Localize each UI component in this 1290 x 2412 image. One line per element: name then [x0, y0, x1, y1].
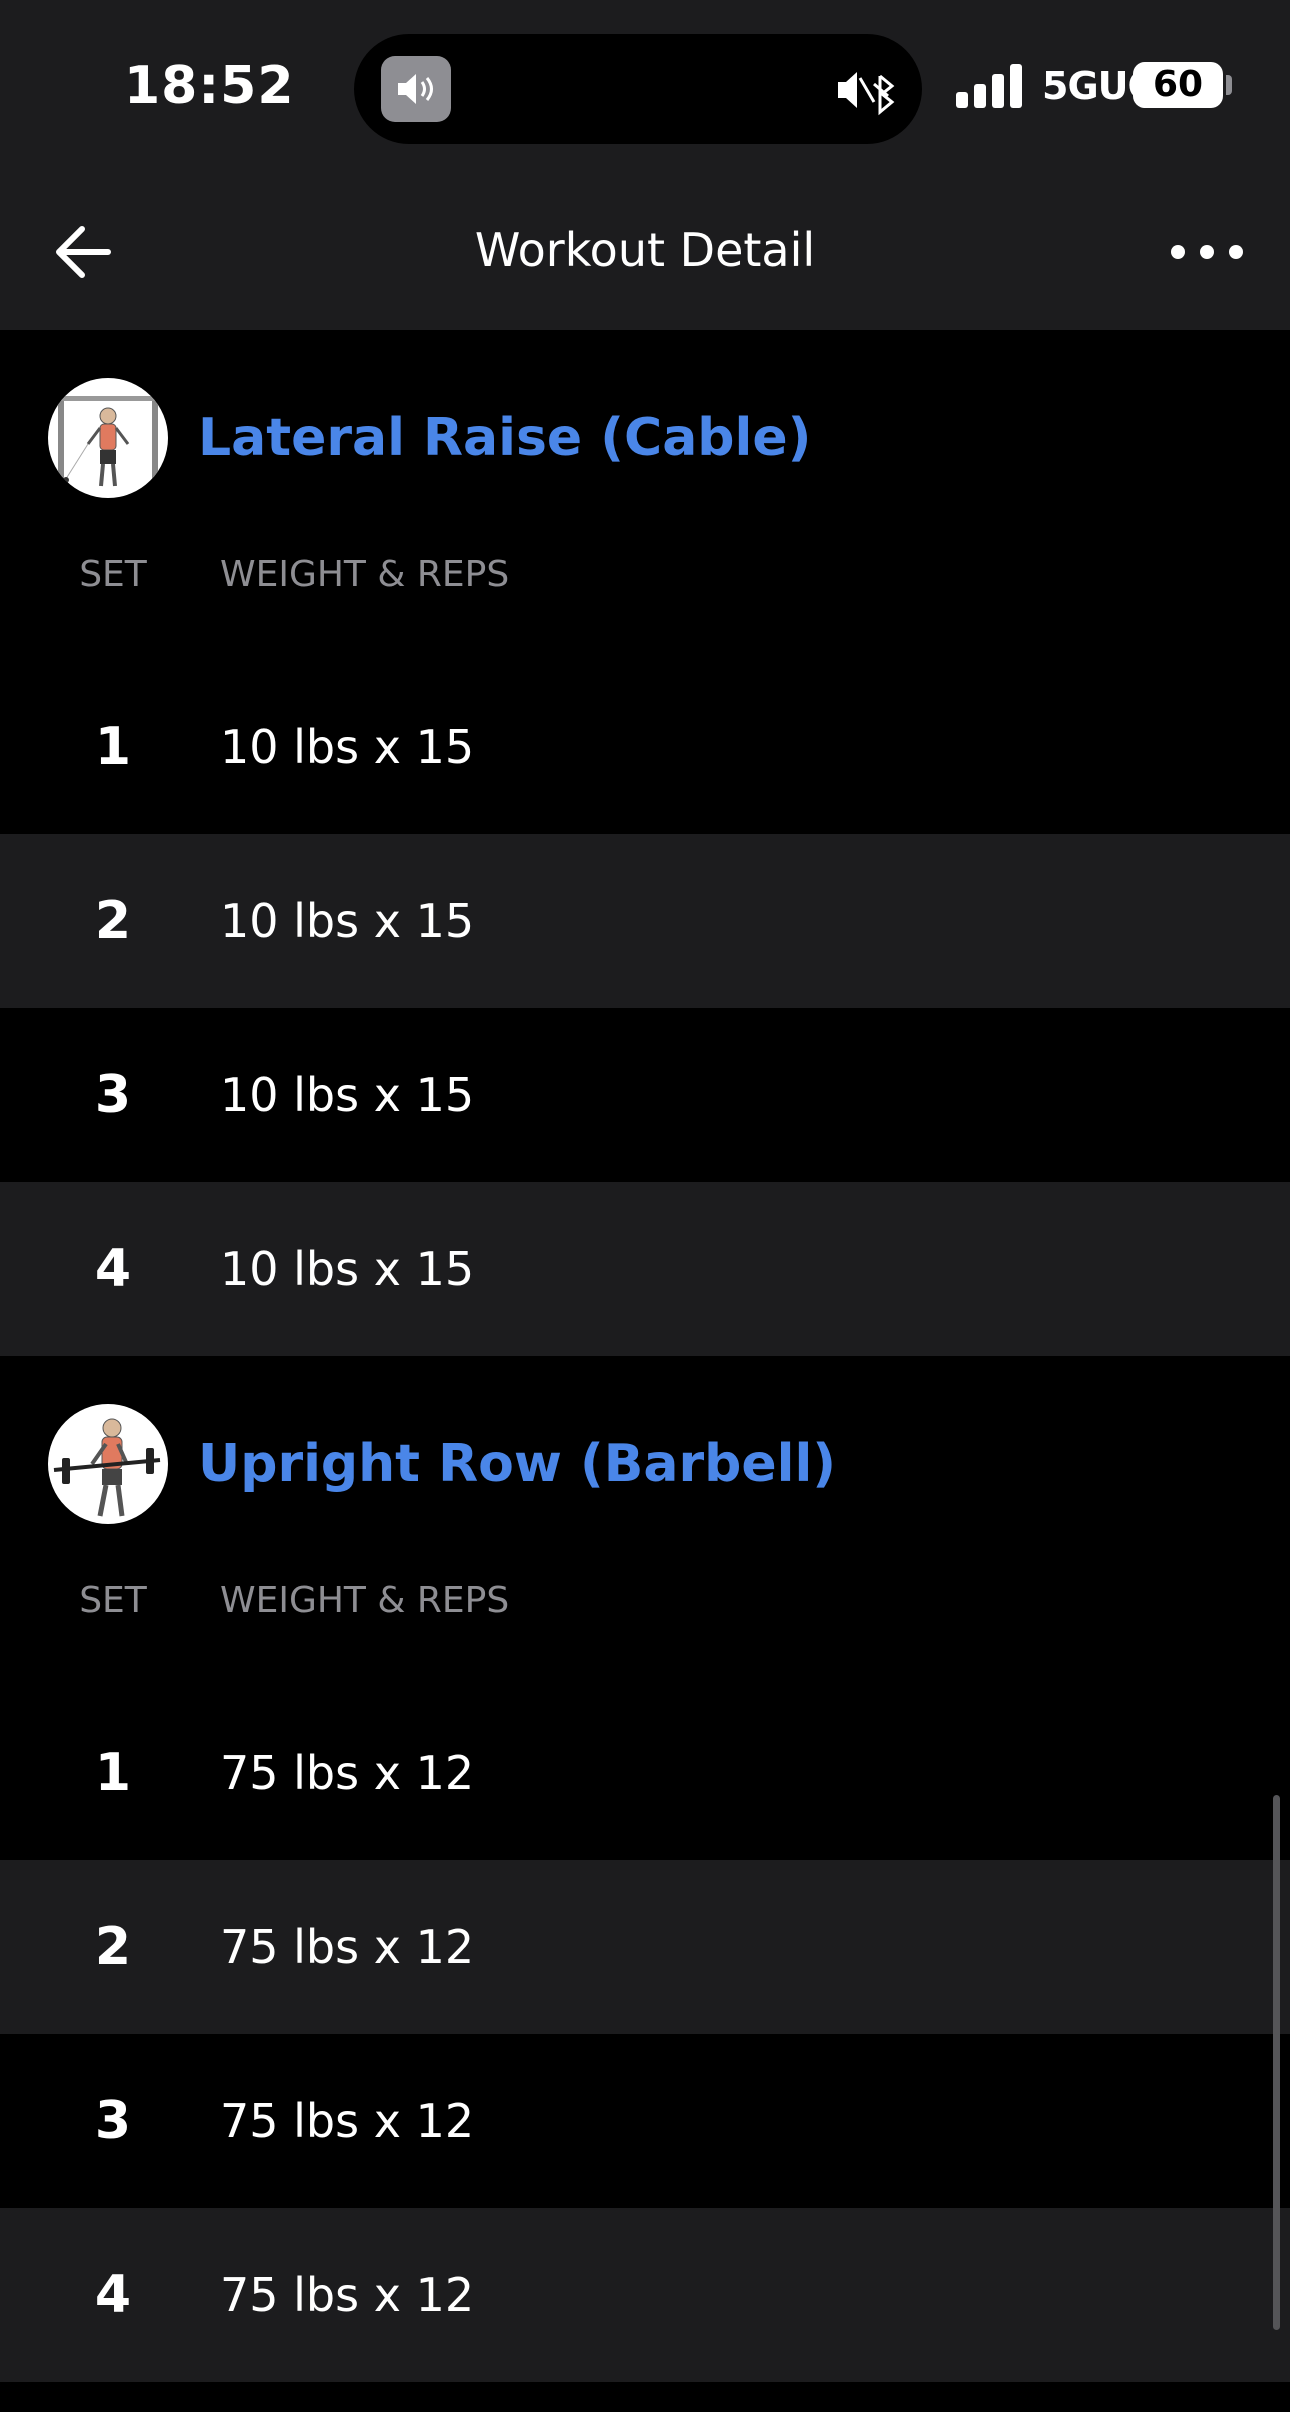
set-number: 1 [94, 717, 132, 777]
set-column-headers: SET WEIGHT & REPS [0, 1574, 1290, 1686]
nav-bar: Workout Detail [0, 174, 1290, 330]
battery-icon: 60 [1133, 62, 1223, 108]
battery-level: 60 [1152, 64, 1204, 105]
exercise-thumbnail [48, 378, 168, 498]
set-weight-reps: 75 lbs x 12 [220, 1920, 475, 1974]
set-number: 4 [94, 1239, 132, 1299]
more-options-button[interactable] [1164, 216, 1250, 288]
set-weight-reps: 75 lbs x 12 [220, 2268, 475, 2322]
page-title: Workout Detail [474, 223, 816, 277]
speaker-icon [381, 56, 451, 122]
signal-icon [956, 64, 1022, 108]
exercise-thumbnail [48, 1404, 168, 1524]
weight-reps-column-label: WEIGHT & REPS [220, 554, 510, 595]
set-number: 3 [94, 2091, 132, 2151]
set-row: 2 75 lbs x 12 [0, 1860, 1290, 2034]
set-row: 3 10 lbs x 15 [0, 1008, 1290, 1182]
set-weight-reps: 75 lbs x 12 [220, 2094, 475, 2148]
battery-tip [1226, 75, 1232, 95]
workout-content: Lateral Raise (Cable) SET WEIGHT & REPS … [0, 330, 1290, 2382]
status-bar: 18:52 5GUC 60 [0, 0, 1290, 174]
scrollbar[interactable] [1273, 1795, 1280, 2330]
set-row: 3 75 lbs x 12 [0, 2034, 1290, 2208]
set-column-label: SET [79, 554, 147, 595]
set-weight-reps: 10 lbs x 15 [220, 1242, 475, 1296]
set-number: 2 [94, 891, 132, 951]
set-number: 2 [94, 1917, 132, 1977]
set-weight-reps: 10 lbs x 15 [220, 720, 475, 774]
weight-reps-column-label: WEIGHT & REPS [220, 1580, 510, 1621]
set-row: 1 75 lbs x 12 [0, 1686, 1290, 1860]
set-column-headers: SET WEIGHT & REPS [0, 548, 1290, 660]
set-weight-reps: 10 lbs x 15 [220, 894, 475, 948]
set-number: 3 [94, 1065, 132, 1125]
set-column-label: SET [79, 1580, 147, 1621]
exercise-title[interactable]: Upright Row (Barbell) [198, 1430, 836, 1498]
set-row: 4 75 lbs x 12 [0, 2208, 1290, 2382]
set-row: 2 10 lbs x 15 [0, 834, 1290, 1008]
more-horizontal-icon [1171, 245, 1243, 259]
dynamic-island [354, 34, 922, 144]
set-weight-reps: 10 lbs x 15 [220, 1068, 475, 1122]
status-time: 18:52 [124, 56, 295, 116]
set-row: 4 10 lbs x 15 [0, 1182, 1290, 1356]
exercise-header[interactable]: Lateral Raise (Cable) [0, 330, 1290, 548]
mute-bluetooth-icon [836, 60, 900, 120]
set-row: 1 10 lbs x 15 [0, 660, 1290, 834]
set-number: 4 [94, 2265, 132, 2325]
exercise-title[interactable]: Lateral Raise (Cable) [198, 404, 811, 472]
exercise-header[interactable]: Upright Row (Barbell) [0, 1356, 1290, 1574]
set-number: 1 [94, 1743, 132, 1803]
set-weight-reps: 75 lbs x 12 [220, 1746, 475, 1800]
